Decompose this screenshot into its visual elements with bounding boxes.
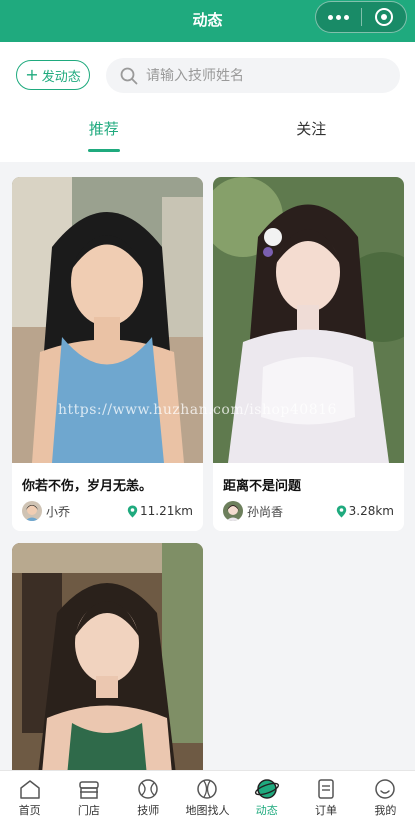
nav-label: 订单 <box>315 804 338 817</box>
nav-label: 首页 <box>18 804 41 817</box>
nav-profile[interactable]: 我的 <box>356 771 415 822</box>
order-icon <box>318 779 334 799</box>
search-icon <box>120 67 138 84</box>
technician-icon <box>138 779 158 799</box>
search-input[interactable] <box>146 67 376 84</box>
search-box[interactable] <box>106 58 400 93</box>
map-icon <box>197 779 218 799</box>
nav-label: 我的 <box>374 804 397 817</box>
author-name: 孙尚香 <box>247 504 284 519</box>
distance: 3.28km <box>336 504 394 518</box>
more-menu-icon[interactable] <box>316 14 361 20</box>
close-mini-program-icon[interactable] <box>362 8 406 26</box>
post-card[interactable]: 距离不是问题 孙尚香 3.28km <box>213 177 404 531</box>
moments-icon <box>254 779 279 799</box>
mini-program-capsule <box>315 1 407 33</box>
post-photo[interactable] <box>213 177 404 463</box>
avatar[interactable] <box>223 501 243 521</box>
post-caption: 你若不伤，岁月无恙。 <box>22 479 153 494</box>
post-photo[interactable] <box>12 177 203 463</box>
plus-icon: + <box>25 65 39 84</box>
search-row: + 发动态 <box>0 42 415 110</box>
location-pin-icon <box>127 505 138 517</box>
tab-recommended[interactable]: 推荐 <box>0 110 208 162</box>
post-caption: 距离不是问题 <box>223 479 302 494</box>
location-pin-icon <box>336 505 346 517</box>
nav-technician[interactable]: 技师 <box>119 771 178 822</box>
home-icon <box>19 780 40 799</box>
store-icon <box>79 781 99 799</box>
nav-label: 地图找人 <box>185 804 230 817</box>
nav-home[interactable]: 首页 <box>0 771 59 822</box>
avatar[interactable] <box>22 501 42 521</box>
bottom-tab-bar: 首页 门店 技师 地图找人 动态 订单 我的 <box>0 770 415 822</box>
feed-tabs: 推荐 关注 <box>0 110 415 162</box>
tab-following[interactable]: 关注 <box>208 110 415 162</box>
watermark: https://www.huzhan.com/ishop40816 <box>58 402 337 418</box>
nav-label: 门店 <box>77 804 100 817</box>
author-name: 小乔 <box>46 504 71 519</box>
nav-label: 技师 <box>137 804 160 817</box>
profile-icon <box>375 779 396 799</box>
post-card[interactable]: 你若不伤，岁月无恙。 小乔 11.21km <box>12 177 203 531</box>
distance-value: 3.28km <box>348 504 394 518</box>
nav-store[interactable]: 门店 <box>59 771 118 822</box>
post-photo[interactable] <box>12 543 203 783</box>
nav-moments[interactable]: 动态 <box>237 771 296 822</box>
nav-order[interactable]: 订单 <box>296 771 355 822</box>
distance-value: 11.21km <box>140 504 193 518</box>
title-bar: 动态 <box>0 0 415 42</box>
post-card[interactable] <box>12 543 203 783</box>
post-moment-label: 发动态 <box>41 69 81 85</box>
nav-map[interactable]: 地图找人 <box>178 771 237 822</box>
post-moment-button[interactable]: + 发动态 <box>16 60 90 90</box>
nav-label: 动态 <box>255 804 278 817</box>
distance: 11.21km <box>127 504 193 518</box>
